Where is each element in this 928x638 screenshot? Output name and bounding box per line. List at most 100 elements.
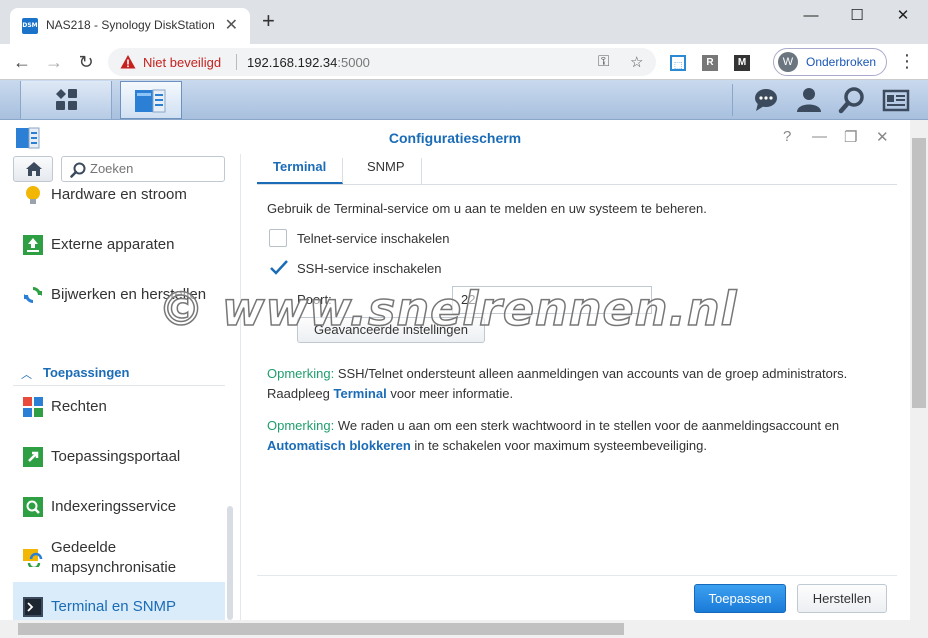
folder-sync-icon <box>23 549 43 567</box>
notification-chat-icon[interactable] <box>752 86 780 114</box>
omnibox-separator <box>236 54 237 70</box>
url-text[interactable]: 192.168.192.34:5000 <box>247 55 370 70</box>
main-menu-button[interactable] <box>20 81 112 119</box>
scrollbar-thumb[interactable] <box>18 623 624 635</box>
sidebar-divider <box>240 154 241 620</box>
profile-status-label: Onderbroken <box>806 55 877 69</box>
tab-close-icon[interactable]: ✕ <box>225 15 238 35</box>
group-header-label: Toepassingen <box>43 365 130 380</box>
tab-title: NAS218 - Synology DiskStation <box>46 18 215 32</box>
tab-bar: Terminal SNMP <box>257 154 897 185</box>
taskbar-separator <box>732 84 733 116</box>
profile-button[interactable]: W Onderbroken <box>773 48 887 76</box>
sidebar-item-label-line2: mapsynchronisatie <box>51 559 177 576</box>
horizontal-scrollbar[interactable] <box>0 620 928 638</box>
telnet-checkbox[interactable] <box>269 229 287 247</box>
application-portal-icon <box>23 447 43 467</box>
sidebar-item-external-devices[interactable]: Externe apparaten <box>13 220 225 270</box>
sidebar-item-label: Externe apparaten <box>51 236 175 253</box>
note1-line1: Opmerking: SSH/Telnet ondersteunt alleen… <box>267 366 847 381</box>
sidebar: Hardware en stroom Externe apparaten Bij… <box>0 154 240 632</box>
help-button[interactable]: ? <box>783 128 791 145</box>
reset-button[interactable]: Herstellen <box>797 584 887 613</box>
window-title: Configuratiescherm <box>388 130 522 146</box>
note1-line2: Raadpleeg Terminal voor meer informatie. <box>267 386 513 401</box>
update-refresh-icon <box>24 287 42 303</box>
reload-button[interactable]: ↻ <box>74 50 98 74</box>
main-content: Terminal SNMP Gebruik de Terminal-servic… <box>257 154 897 620</box>
widgets-icon[interactable] <box>882 86 910 114</box>
extension-r-icon[interactable]: R <box>702 55 718 71</box>
watermark: © www.snelrennen.nl <box>157 281 738 337</box>
checkmark-icon <box>270 260 288 275</box>
browser-titlebar: DSM NAS218 - Synology DiskStation ✕ + — … <box>0 0 928 44</box>
sidebar-item-label: Terminal en SNMP <box>51 598 177 615</box>
dsm-favicon-icon: DSM <box>22 18 38 34</box>
new-tab-button[interactable]: + <box>262 10 275 32</box>
warning-icon[interactable] <box>120 54 136 70</box>
tab-snmp[interactable]: SNMP <box>351 158 422 184</box>
apply-button[interactable]: Toepassen <box>694 584 786 613</box>
indexing-icon <box>23 497 43 517</box>
forward-button[interactable]: → <box>42 50 66 74</box>
window-close-button[interactable]: ✕ <box>876 128 889 146</box>
note-text: SSH/Telnet ondersteunt alleen aanmelding… <box>334 366 848 381</box>
url-port: :5000 <box>337 55 370 70</box>
scrollbar-thumb[interactable] <box>912 138 926 408</box>
sidebar-item-label: Hardware en stroom <box>51 186 187 203</box>
user-icon[interactable] <box>795 86 823 114</box>
sidebar-item-label: Gedeelde mapsynchronisatie <box>51 538 176 578</box>
sidebar-item-application-portal[interactable]: Toepassingsportaal <box>13 432 225 482</box>
not-secure-label[interactable]: Niet beveiligd <box>143 55 221 70</box>
tab-terminal[interactable]: Terminal <box>257 158 344 184</box>
back-button[interactable]: ← <box>10 50 34 74</box>
sidebar-item-indexing-service[interactable]: Indexeringsservice <box>13 482 225 532</box>
control-panel-icon <box>135 89 166 113</box>
footer-divider <box>257 575 897 576</box>
sidebar-item-label: Rechten <box>51 398 107 415</box>
note-text: Raadpleeg <box>267 386 334 401</box>
window-header[interactable]: Configuratiescherm ? — ❐ ✕ <box>0 120 910 154</box>
bookmark-star-icon[interactable]: ☆ <box>630 53 643 71</box>
search-icon[interactable] <box>838 86 866 114</box>
telnet-label[interactable]: Telnet-service inschakelen <box>297 231 449 246</box>
sidebar-item-shared-folder-sync[interactable]: Gedeelde mapsynchronisatie <box>13 532 225 582</box>
terminal-help-link[interactable]: Terminal <box>334 386 387 401</box>
maximize-button[interactable]: ☐ <box>834 4 880 28</box>
close-window-button[interactable]: ✕ <box>880 4 926 28</box>
sidebar-item-label: Toepassingsportaal <box>51 448 181 465</box>
sidebar-item-hardware[interactable]: Hardware en stroom <box>13 170 225 220</box>
sidebar-item-label-line1: Gedeelde <box>51 539 117 556</box>
lightbulb-icon <box>26 186 40 204</box>
key-icon[interactable]: ⚿ <box>598 53 609 70</box>
note-label: Opmerking: <box>267 366 335 381</box>
main-menu-icon <box>56 89 77 110</box>
privileges-icon <box>23 397 43 417</box>
control-panel-taskbar-button[interactable] <box>120 81 182 119</box>
window-minimize-button[interactable]: — <box>812 128 827 145</box>
ssh-checkbox[interactable] <box>269 259 288 277</box>
auto-block-link[interactable]: Automatisch blokkeren <box>267 438 411 453</box>
window-maximize-button[interactable]: ❐ <box>844 128 857 146</box>
sidebar-scrollbar[interactable] <box>227 506 233 620</box>
external-device-icon <box>23 235 43 255</box>
browser-tab[interactable]: DSM NAS218 - Synology DiskStation ✕ <box>10 8 250 44</box>
dsm-taskbar <box>0 80 928 120</box>
sidebar-item-privileges[interactable]: Rechten <box>13 382 225 432</box>
control-panel-window: Configuratiescherm ? — ❐ ✕ Hardware en s… <box>0 120 928 638</box>
browser-menu-icon[interactable]: ⋮ <box>898 52 916 70</box>
extension-translate-icon[interactable]: ⬚ <box>670 55 686 71</box>
note2-line1: Opmerking: We raden u aan om een sterk w… <box>267 418 839 433</box>
sidebar-item-label: Indexeringsservice <box>51 498 177 515</box>
note-text: We raden u aan om een sterk wachtwoord i… <box>334 418 840 433</box>
ssh-label[interactable]: SSH-service inschakelen <box>297 261 442 276</box>
note-text: voor meer informatie. <box>386 386 514 401</box>
vertical-scrollbar[interactable] <box>910 120 928 625</box>
avatar: W <box>778 52 798 72</box>
address-bar[interactable]: Niet beveiligd 192.168.192.34:5000 ⚿ ☆ <box>108 48 656 76</box>
extension-m-icon[interactable]: M <box>734 55 750 71</box>
url-host: 192.168.192.34 <box>247 55 338 70</box>
minimize-button[interactable]: — <box>788 4 834 28</box>
note-text: in te schakelen voor maximum systeembeve… <box>410 438 708 453</box>
intro-text: Gebruik de Terminal-service om u aan te … <box>267 201 707 216</box>
